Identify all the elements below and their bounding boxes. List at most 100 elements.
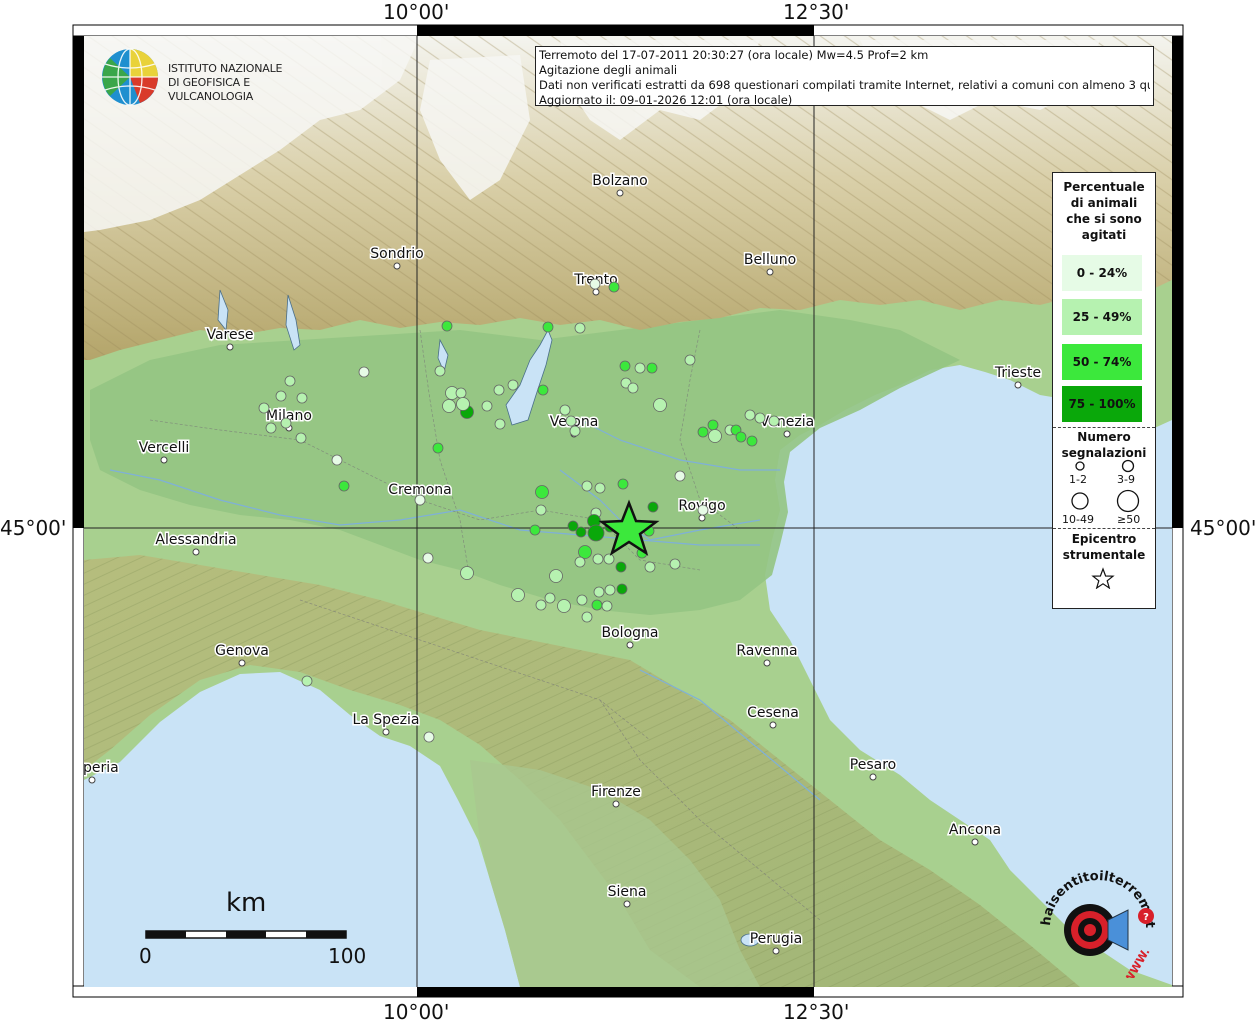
observation-point <box>684 354 696 366</box>
city-label: Belluno <box>744 252 796 268</box>
observation-point <box>697 426 709 438</box>
observation-point <box>549 569 563 583</box>
observation-point <box>535 485 549 499</box>
observation-point <box>608 281 620 293</box>
map-subject: Agitazione degli animali <box>539 63 678 77</box>
observation-point <box>574 556 586 568</box>
city-marker <box>626 641 634 649</box>
observation-point <box>265 422 277 434</box>
city-marker <box>698 514 706 522</box>
observation-point <box>275 390 287 402</box>
observation-point <box>768 415 780 427</box>
observation-point <box>603 553 615 565</box>
hst-target-icon: haisentitoilterremoto.it ? WWW. <box>1026 847 1158 987</box>
legend-class-1: 25 - 49% <box>1062 299 1142 335</box>
svg-text:WWW.: WWW. <box>1121 946 1152 978</box>
legend-title: Percentuale di animali che si sono agita… <box>1063 180 1145 242</box>
observation-point <box>601 600 613 612</box>
observation-point <box>593 586 605 598</box>
observation-point <box>647 501 659 513</box>
observation-point <box>653 398 667 412</box>
city-label: Ravenna <box>736 643 797 659</box>
observation-point <box>574 322 586 334</box>
epicenter-legend-star-icon <box>1091 567 1115 589</box>
observation-point <box>358 366 370 378</box>
observation-point <box>594 482 606 494</box>
observation-point <box>617 478 629 490</box>
city-marker <box>869 773 877 781</box>
count-class-3: ≥50 <box>1117 513 1141 526</box>
observation-point <box>754 412 766 424</box>
observation-point <box>559 404 571 416</box>
coord-top-left: 10°00' <box>383 0 450 24</box>
observation-point <box>455 387 467 399</box>
city-marker <box>772 947 780 955</box>
observation-point <box>619 360 631 372</box>
observation-point <box>280 417 292 429</box>
legend: Percentuale di animali che si sono agita… <box>1052 172 1156 609</box>
observation-point <box>434 365 446 377</box>
city-marker <box>783 430 791 438</box>
legend-divider-2 <box>1053 528 1155 529</box>
count-symbols <box>1071 459 1140 513</box>
scale-unit: km <box>226 888 267 918</box>
observation-point <box>627 382 639 394</box>
observation-point <box>414 494 426 506</box>
observation-point <box>604 584 616 596</box>
city-marker <box>623 900 631 908</box>
observation-point <box>423 731 435 743</box>
count-title: Numero segnalazioni <box>1061 430 1147 460</box>
observation-point <box>589 278 601 290</box>
observation-point <box>441 320 453 332</box>
city-label: Cesena <box>747 705 799 721</box>
observation-point <box>581 480 593 492</box>
observation-point <box>460 566 474 580</box>
observation-point <box>746 435 758 447</box>
observation-point <box>634 362 646 374</box>
data-note: Dati non verificati estratti da 698 ques… <box>539 78 1150 92</box>
observation-point <box>569 425 581 437</box>
epicenter-title: Epicentro strumentale <box>1062 532 1146 562</box>
observation-point <box>493 384 505 396</box>
coord-top-right: 12°30' <box>783 0 850 24</box>
observation-point <box>646 362 658 374</box>
city-marker <box>1014 381 1022 389</box>
observation-point <box>535 504 547 516</box>
observation-point <box>295 432 307 444</box>
observation-point <box>432 442 444 454</box>
count-class-1: 3-9 <box>1117 473 1135 486</box>
ingv-name-line1: ISTITUTO NAZIONALE <box>168 62 283 75</box>
observation-point <box>591 599 603 611</box>
city-marker <box>88 776 96 784</box>
observation-point <box>258 402 270 414</box>
observation-point <box>422 552 434 564</box>
city-label: Ancona <box>949 822 1001 838</box>
legend-class-3: 75 - 100% <box>1062 386 1142 422</box>
observation-point <box>707 419 719 431</box>
coord-bottom-left: 10°00' <box>383 1000 450 1024</box>
ingv-name-line2: DI GEOFISICA E VULCANOLOGIA <box>168 76 254 103</box>
city-marker <box>192 548 200 556</box>
scale-max: 100 <box>328 944 367 968</box>
observation-point <box>587 524 605 542</box>
legend-divider-1 <box>1053 427 1155 428</box>
scale-min: 0 <box>139 944 152 968</box>
hst-logo: haisentitoilterremoto.it ? WWW. <box>1026 847 1170 987</box>
observation-point <box>456 397 470 411</box>
city-label: Perugia <box>750 931 803 947</box>
city-label: Bolzano <box>592 173 647 189</box>
city-marker <box>393 262 401 270</box>
observation-point <box>644 561 656 573</box>
observation-point <box>669 558 681 570</box>
coord-right: 45°00' <box>1190 516 1255 540</box>
observation-point <box>442 399 456 413</box>
observation-point <box>481 400 493 412</box>
city-marker <box>766 268 774 276</box>
observation-point <box>529 524 541 536</box>
observation-point <box>565 415 577 427</box>
city-marker <box>160 456 168 464</box>
observation-point <box>284 375 296 387</box>
observation-point <box>616 583 628 595</box>
observation-point <box>338 480 350 492</box>
event-info-box: Terremoto del 17-07-2011 20:30:27 (ora l… <box>535 46 1154 107</box>
